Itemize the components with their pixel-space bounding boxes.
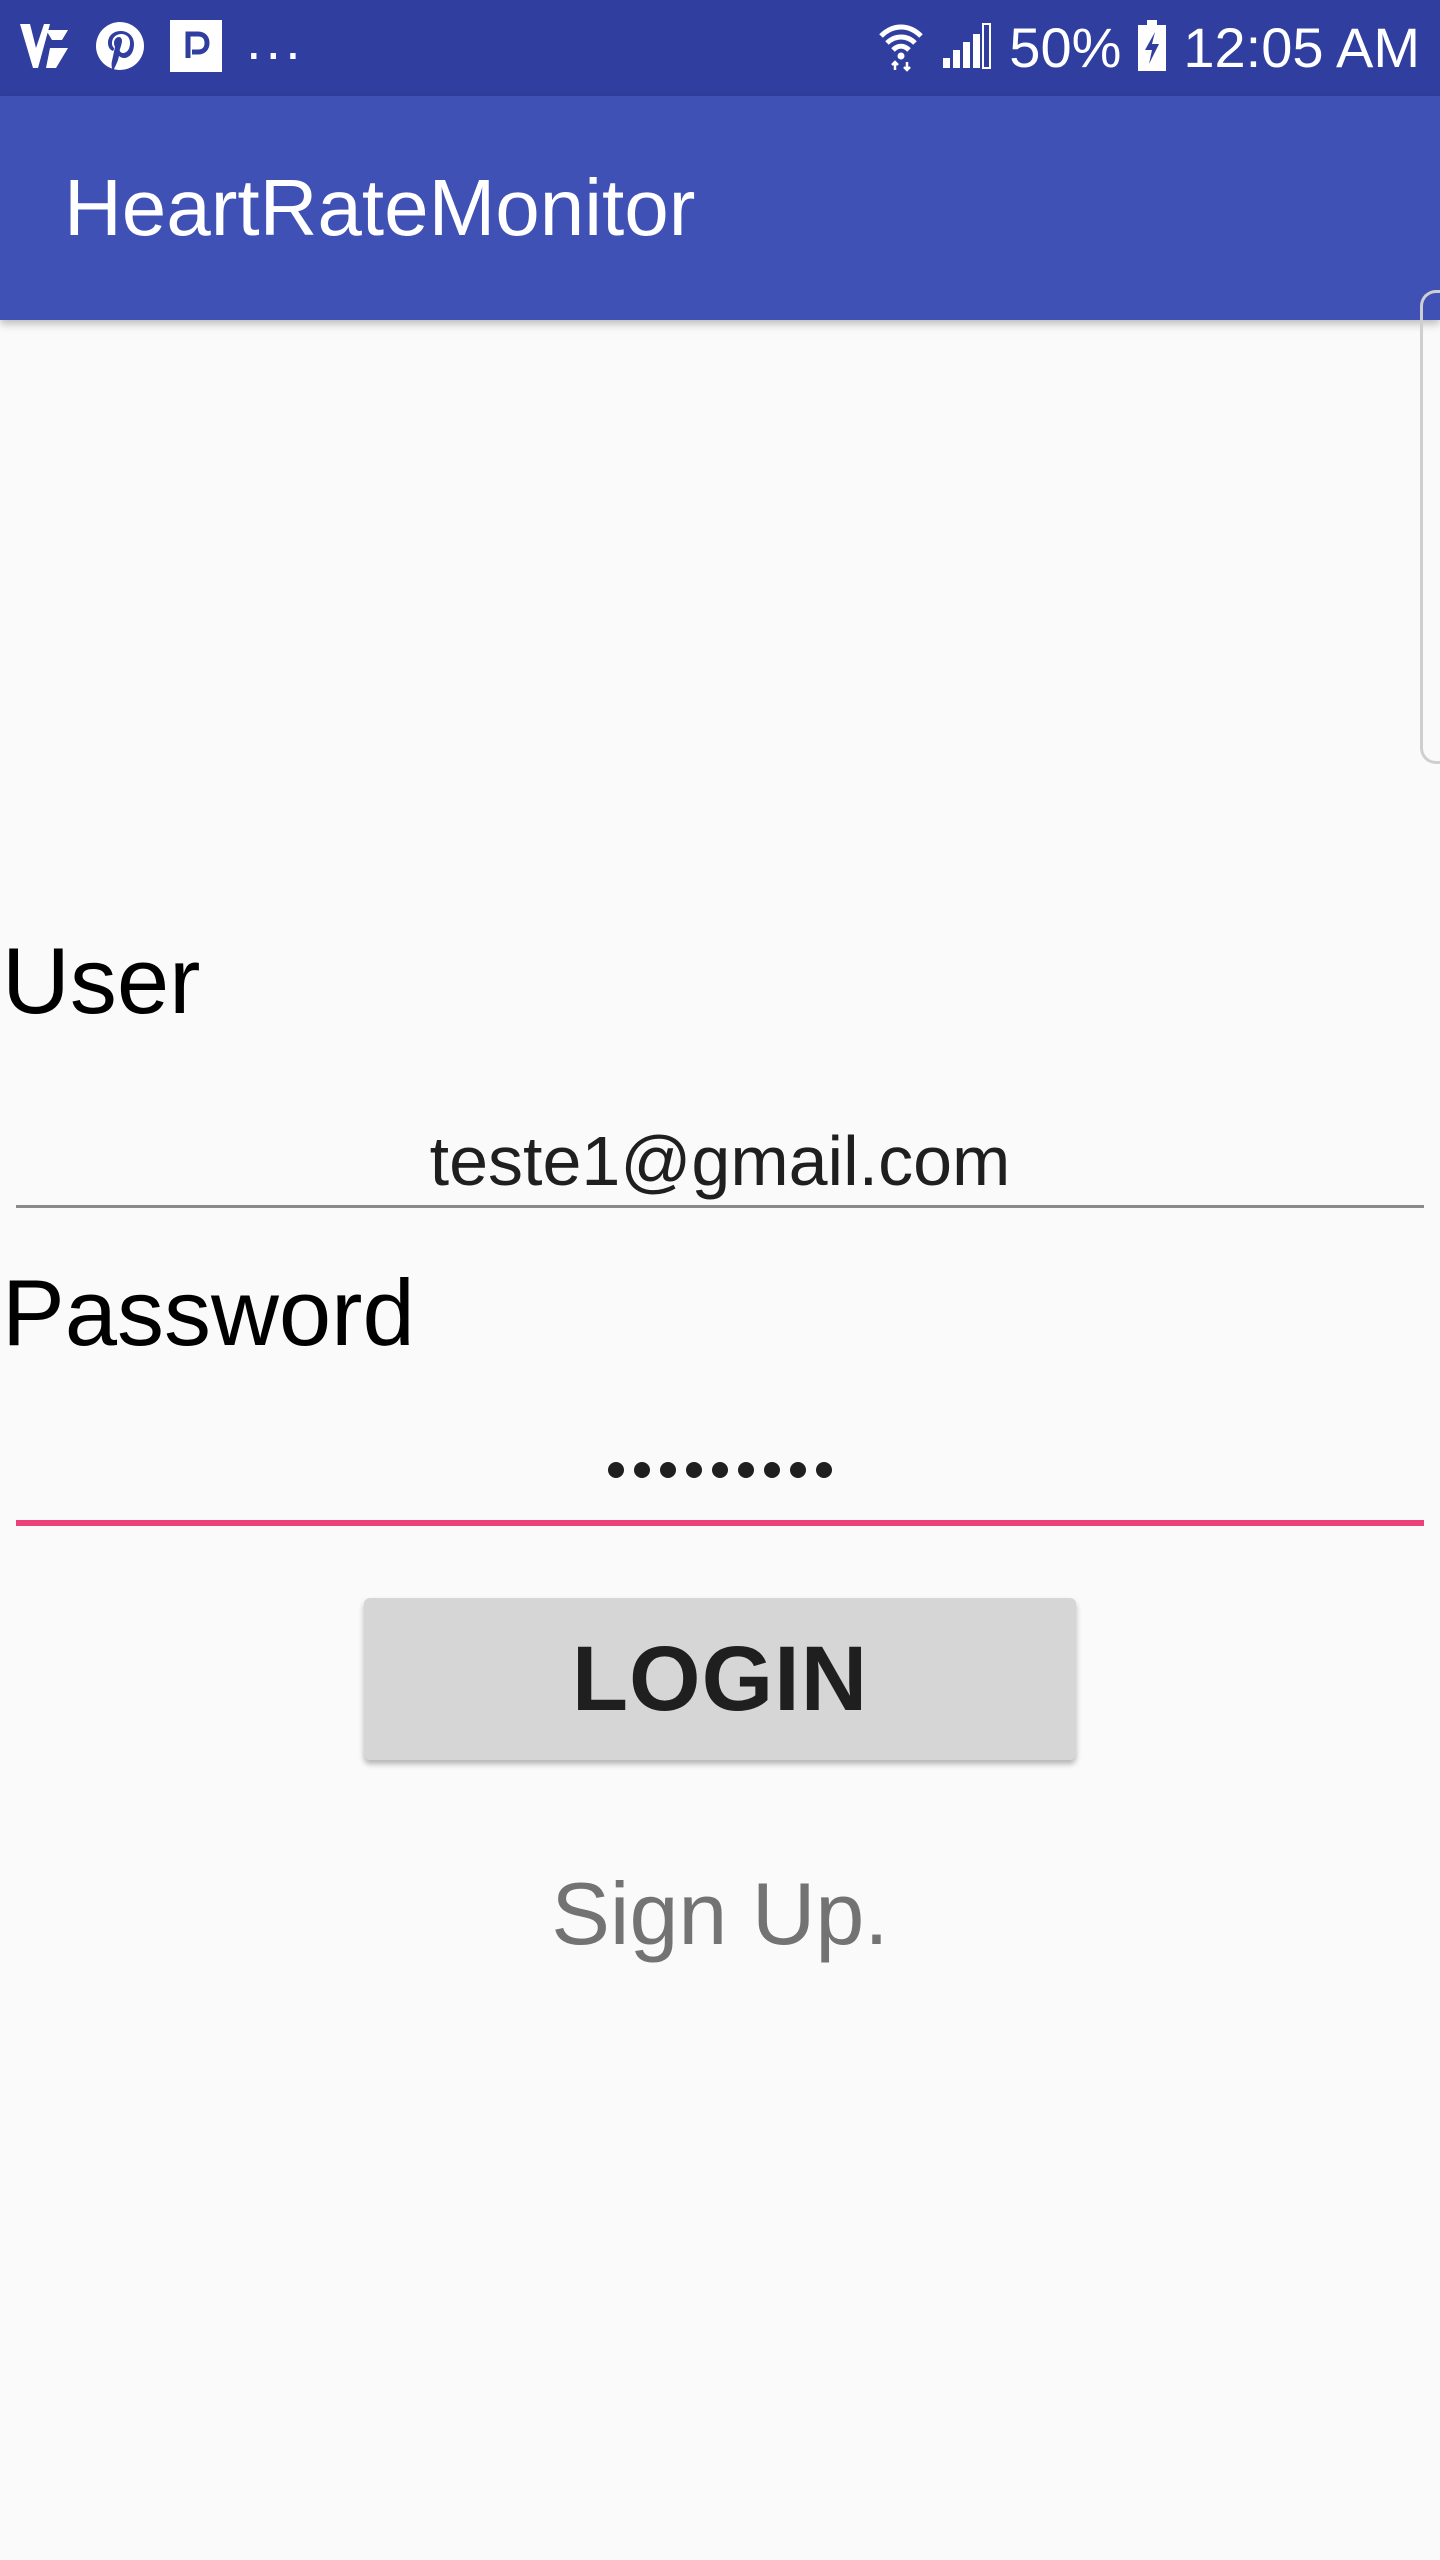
battery-charging-icon	[1137, 19, 1167, 77]
user-field-value: teste1@gmail.com	[429, 1122, 1011, 1200]
password-field-underline	[16, 1520, 1424, 1526]
user-field[interactable]: teste1@gmail.com	[16, 1112, 1424, 1208]
more-notifications-indicator: ...	[246, 8, 305, 71]
password-field[interactable]	[16, 1430, 1424, 1526]
signup-link[interactable]: Sign Up.	[0, 1870, 1440, 1958]
login-button[interactable]: LOGIN	[364, 1598, 1076, 1760]
parking-app-icon	[168, 18, 224, 79]
user-label: User	[2, 928, 201, 1033]
password-label: Password	[2, 1260, 415, 1365]
status-bar-system: 50% 12:05 AM	[861, 16, 1420, 79]
user-field-underline	[16, 1205, 1424, 1208]
pinterest-icon	[94, 20, 146, 77]
status-time: 12:05 AM	[1183, 16, 1420, 79]
battery-percent: 50%	[1009, 16, 1122, 79]
password-field-value	[16, 1430, 1424, 1510]
vk-icon	[16, 18, 72, 79]
scroll-indicator	[1420, 290, 1440, 764]
signal-icon	[941, 22, 993, 75]
status-bar: ... 50% 12:05 AM	[0, 0, 1440, 96]
wifi-icon	[877, 20, 925, 77]
status-bar-notifications: ...	[16, 12, 327, 79]
app-title: HeartRateMonitor	[64, 163, 696, 252]
app-bar: HeartRateMonitor	[0, 96, 1440, 320]
